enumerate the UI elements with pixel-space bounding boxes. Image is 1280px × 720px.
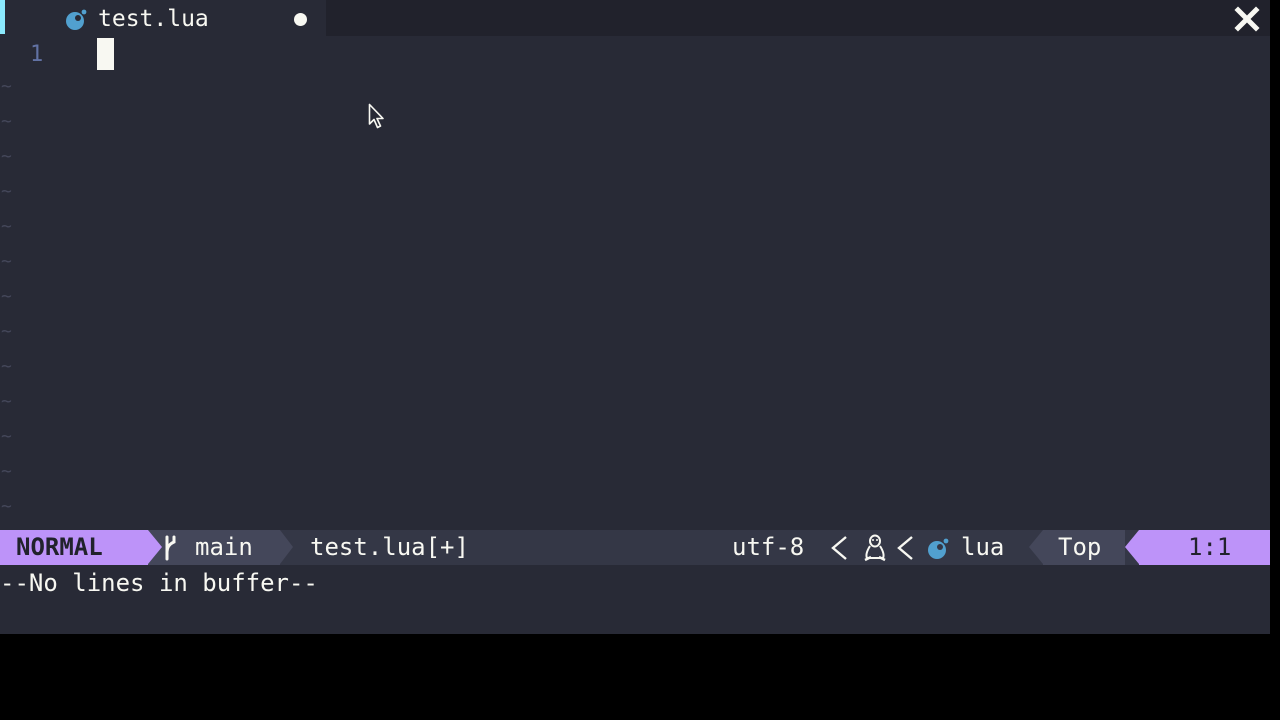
empty-line-marker: ~	[1, 496, 12, 517]
empty-line-marker: ~	[1, 461, 12, 482]
tab-test-lua[interactable]: test.lua	[0, 0, 326, 36]
chevron-left-icon	[831, 536, 847, 560]
empty-line-marker: ~	[1, 76, 12, 97]
tab-active-indicator	[0, 0, 5, 34]
linux-tux-icon	[864, 534, 886, 562]
statusline: NORMAL main test.lua[+] utf-8 lua Top 1:…	[0, 530, 1270, 565]
empty-line-marker: ~	[1, 321, 12, 342]
empty-line-marker: ~	[1, 216, 12, 237]
empty-line-marker: ~	[1, 251, 12, 272]
cursor-position: 1:1	[1188, 533, 1232, 561]
git-branch-icon	[165, 535, 176, 561]
mouse-pointer-icon	[368, 103, 384, 129]
empty-line-marker: ~	[1, 146, 12, 167]
tabline: test.lua	[0, 0, 1270, 36]
terminal-window: test.lua 1 ~ ~ ~ ~ ~ ~ ~ ~ ~ ~ ~ ~ ~ NOR…	[0, 0, 1270, 634]
empty-line-marker: ~	[1, 426, 12, 447]
file-encoding: utf-8	[732, 533, 805, 561]
branch-separator	[280, 530, 293, 564]
git-branch: main	[195, 533, 253, 561]
empty-line-marker: ~	[1, 391, 12, 412]
command-line-message: --No lines in buffer--	[0, 569, 318, 597]
text-cursor	[97, 38, 114, 70]
tab-title: test.lua	[98, 6, 209, 32]
scroll-position: Top	[1058, 533, 1102, 561]
position-separator	[1029, 530, 1043, 564]
lua-icon	[66, 9, 87, 30]
cursor-separator	[1125, 530, 1139, 564]
modified-indicator	[294, 13, 307, 26]
empty-line-marker: ~	[1, 356, 12, 377]
empty-line-marker: ~	[1, 111, 12, 132]
file-type: lua	[961, 533, 1005, 561]
empty-line-marker: ~	[1, 286, 12, 307]
line-number: 1	[30, 42, 44, 67]
lua-icon	[928, 538, 949, 559]
chevron-left-icon	[897, 536, 913, 560]
close-icon[interactable]	[1234, 6, 1260, 32]
file-name: test.lua[+]	[310, 533, 469, 561]
mode-indicator: NORMAL	[16, 533, 103, 561]
empty-line-marker: ~	[1, 181, 12, 202]
